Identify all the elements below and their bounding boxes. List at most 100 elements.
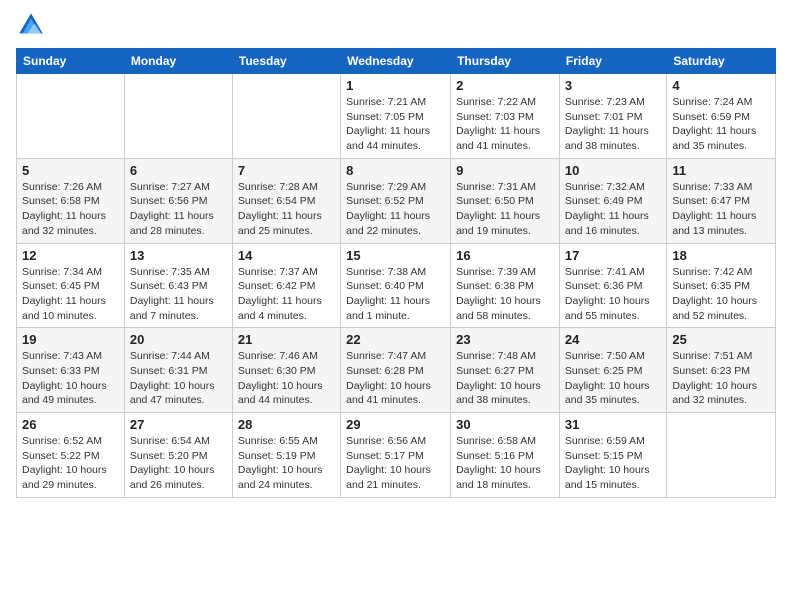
calendar-cell: 21 Sunrise: 7:46 AM Sunset: 6:30 PM Dayli… xyxy=(232,328,340,413)
calendar-cell: 5 Sunrise: 7:26 AM Sunset: 6:58 PM Daylig… xyxy=(17,158,125,243)
logo xyxy=(16,10,50,40)
day-info: Sunrise: 7:50 AM Sunset: 6:25 PM Dayligh… xyxy=(565,349,661,408)
weekday-header-saturday: Saturday xyxy=(667,49,776,74)
day-number: 31 xyxy=(565,417,661,432)
day-number: 9 xyxy=(456,163,554,178)
day-number: 28 xyxy=(238,417,335,432)
logo-icon xyxy=(16,10,46,40)
calendar-page: SundayMondayTuesdayWednesdayThursdayFrid… xyxy=(0,0,792,612)
calendar-cell xyxy=(17,74,125,159)
day-number: 8 xyxy=(346,163,445,178)
day-number: 18 xyxy=(672,248,770,263)
calendar-cell: 18 Sunrise: 7:42 AM Sunset: 6:35 PM Dayli… xyxy=(667,243,776,328)
day-number: 29 xyxy=(346,417,445,432)
calendar-cell: 12 Sunrise: 7:34 AM Sunset: 6:45 PM Dayli… xyxy=(17,243,125,328)
day-info: Sunrise: 7:43 AM Sunset: 6:33 PM Dayligh… xyxy=(22,349,119,408)
day-info: Sunrise: 7:26 AM Sunset: 6:58 PM Dayligh… xyxy=(22,180,119,239)
calendar-cell: 14 Sunrise: 7:37 AM Sunset: 6:42 PM Dayli… xyxy=(232,243,340,328)
calendar-cell: 31 Sunrise: 6:59 AM Sunset: 5:15 PM Dayli… xyxy=(559,413,666,498)
day-info: Sunrise: 7:32 AM Sunset: 6:49 PM Dayligh… xyxy=(565,180,661,239)
day-number: 13 xyxy=(130,248,227,263)
calendar-cell: 15Sunrise: 7:38 AM Sunset: 6:40 PM Dayli… xyxy=(341,243,451,328)
day-number: 23 xyxy=(456,332,554,347)
week-row-3: 12 Sunrise: 7:34 AM Sunset: 6:45 PM Dayli… xyxy=(17,243,776,328)
day-info: Sunrise: 7:42 AM Sunset: 6:35 PM Dayligh… xyxy=(672,265,770,324)
calendar-cell: 23 Sunrise: 7:48 AM Sunset: 6:27 PM Dayli… xyxy=(451,328,560,413)
header xyxy=(16,10,776,40)
week-row-1: 1 Sunrise: 7:21 AM Sunset: 7:05 PM Daylig… xyxy=(17,74,776,159)
day-number: 2 xyxy=(456,78,554,93)
day-number: 21 xyxy=(238,332,335,347)
calendar-cell: 4 Sunrise: 7:24 AM Sunset: 6:59 PM Daylig… xyxy=(667,74,776,159)
day-info: Sunrise: 6:59 AM Sunset: 5:15 PM Dayligh… xyxy=(565,434,661,493)
weekday-header-tuesday: Tuesday xyxy=(232,49,340,74)
day-info: Sunrise: 7:41 AM Sunset: 6:36 PM Dayligh… xyxy=(565,265,661,324)
day-number: 26 xyxy=(22,417,119,432)
calendar-cell: 11Sunrise: 7:33 AM Sunset: 6:47 PM Dayli… xyxy=(667,158,776,243)
calendar-cell: 24 Sunrise: 7:50 AM Sunset: 6:25 PM Dayli… xyxy=(559,328,666,413)
day-number: 7 xyxy=(238,163,335,178)
day-info: Sunrise: 7:37 AM Sunset: 6:42 PM Dayligh… xyxy=(238,265,335,324)
weekday-header-monday: Monday xyxy=(124,49,232,74)
week-row-4: 19 Sunrise: 7:43 AM Sunset: 6:33 PM Dayli… xyxy=(17,328,776,413)
calendar-cell: 27Sunrise: 6:54 AM Sunset: 5:20 PM Dayli… xyxy=(124,413,232,498)
weekday-header-wednesday: Wednesday xyxy=(341,49,451,74)
day-info: Sunrise: 7:51 AM Sunset: 6:23 PM Dayligh… xyxy=(672,349,770,408)
day-number: 16 xyxy=(456,248,554,263)
calendar-cell: 30Sunrise: 6:58 AM Sunset: 5:16 PM Dayli… xyxy=(451,413,560,498)
day-info: Sunrise: 7:35 AM Sunset: 6:43 PM Dayligh… xyxy=(130,265,227,324)
day-number: 17 xyxy=(565,248,661,263)
calendar-cell: 13 Sunrise: 7:35 AM Sunset: 6:43 PM Dayli… xyxy=(124,243,232,328)
day-info: Sunrise: 6:56 AM Sunset: 5:17 PM Dayligh… xyxy=(346,434,445,493)
calendar-cell: 25Sunrise: 7:51 AM Sunset: 6:23 PM Dayli… xyxy=(667,328,776,413)
day-info: Sunrise: 7:46 AM Sunset: 6:30 PM Dayligh… xyxy=(238,349,335,408)
day-info: Sunrise: 6:55 AM Sunset: 5:19 PM Dayligh… xyxy=(238,434,335,493)
calendar-cell: 10 Sunrise: 7:32 AM Sunset: 6:49 PM Dayli… xyxy=(559,158,666,243)
calendar-cell: 6 Sunrise: 7:27 AM Sunset: 6:56 PM Daylig… xyxy=(124,158,232,243)
day-info: Sunrise: 7:27 AM Sunset: 6:56 PM Dayligh… xyxy=(130,180,227,239)
day-number: 1 xyxy=(346,78,445,93)
day-number: 6 xyxy=(130,163,227,178)
calendar-cell: 1 Sunrise: 7:21 AM Sunset: 7:05 PM Daylig… xyxy=(341,74,451,159)
day-info: Sunrise: 7:34 AM Sunset: 6:45 PM Dayligh… xyxy=(22,265,119,324)
week-row-5: 26 Sunrise: 6:52 AM Sunset: 5:22 PM Dayli… xyxy=(17,413,776,498)
day-info: Sunrise: 6:52 AM Sunset: 5:22 PM Dayligh… xyxy=(22,434,119,493)
calendar-cell: 2Sunrise: 7:22 AM Sunset: 7:03 PM Daylig… xyxy=(451,74,560,159)
day-number: 11 xyxy=(672,163,770,178)
calendar-cell xyxy=(124,74,232,159)
calendar-cell: 28 Sunrise: 6:55 AM Sunset: 5:19 PM Dayli… xyxy=(232,413,340,498)
calendar-table: SundayMondayTuesdayWednesdayThursdayFrid… xyxy=(16,48,776,498)
calendar-cell: 7Sunrise: 7:28 AM Sunset: 6:54 PM Daylig… xyxy=(232,158,340,243)
calendar-cell: 26 Sunrise: 6:52 AM Sunset: 5:22 PM Dayli… xyxy=(17,413,125,498)
day-number: 30 xyxy=(456,417,554,432)
weekday-header-row: SundayMondayTuesdayWednesdayThursdayFrid… xyxy=(17,49,776,74)
day-info: Sunrise: 7:23 AM Sunset: 7:01 PM Dayligh… xyxy=(565,95,661,154)
calendar-cell: 3 Sunrise: 7:23 AM Sunset: 7:01 PM Daylig… xyxy=(559,74,666,159)
calendar-cell: 17 Sunrise: 7:41 AM Sunset: 6:36 PM Dayli… xyxy=(559,243,666,328)
day-info: Sunrise: 7:31 AM Sunset: 6:50 PM Dayligh… xyxy=(456,180,554,239)
day-number: 19 xyxy=(22,332,119,347)
calendar-cell xyxy=(667,413,776,498)
calendar-cell: 22Sunrise: 7:47 AM Sunset: 6:28 PM Dayli… xyxy=(341,328,451,413)
day-info: Sunrise: 7:29 AM Sunset: 6:52 PM Dayligh… xyxy=(346,180,445,239)
calendar-cell: 19 Sunrise: 7:43 AM Sunset: 6:33 PM Dayli… xyxy=(17,328,125,413)
calendar-cell: 8 Sunrise: 7:29 AM Sunset: 6:52 PM Daylig… xyxy=(341,158,451,243)
day-number: 5 xyxy=(22,163,119,178)
day-info: Sunrise: 7:21 AM Sunset: 7:05 PM Dayligh… xyxy=(346,95,445,154)
day-number: 20 xyxy=(130,332,227,347)
day-info: Sunrise: 7:48 AM Sunset: 6:27 PM Dayligh… xyxy=(456,349,554,408)
day-number: 3 xyxy=(565,78,661,93)
week-row-2: 5 Sunrise: 7:26 AM Sunset: 6:58 PM Daylig… xyxy=(17,158,776,243)
day-number: 12 xyxy=(22,248,119,263)
day-info: Sunrise: 7:24 AM Sunset: 6:59 PM Dayligh… xyxy=(672,95,770,154)
calendar-cell xyxy=(232,74,340,159)
day-number: 24 xyxy=(565,332,661,347)
calendar-cell: 9 Sunrise: 7:31 AM Sunset: 6:50 PM Daylig… xyxy=(451,158,560,243)
day-number: 22 xyxy=(346,332,445,347)
day-number: 4 xyxy=(672,78,770,93)
day-number: 10 xyxy=(565,163,661,178)
day-info: Sunrise: 7:44 AM Sunset: 6:31 PM Dayligh… xyxy=(130,349,227,408)
day-number: 27 xyxy=(130,417,227,432)
day-number: 14 xyxy=(238,248,335,263)
calendar-cell: 20 Sunrise: 7:44 AM Sunset: 6:31 PM Dayli… xyxy=(124,328,232,413)
